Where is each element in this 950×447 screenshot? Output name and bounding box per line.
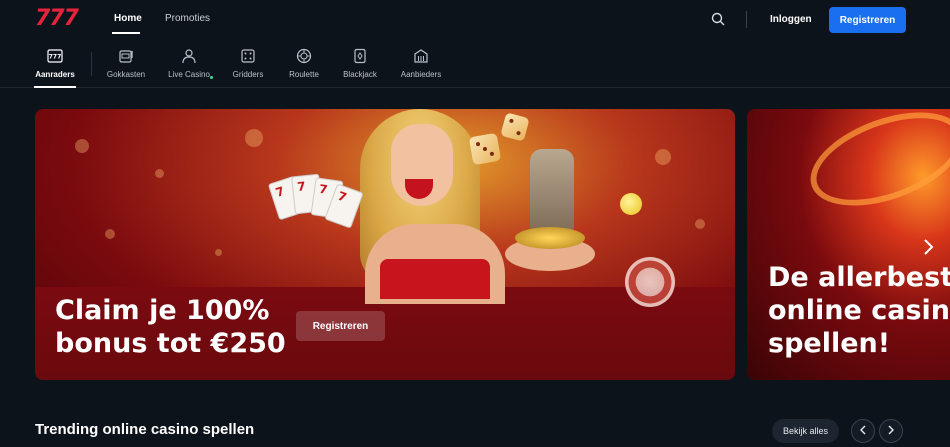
category-bar: 777 Aanraders Gokkasten Live Casino Grid… (0, 40, 950, 88)
flame-graphic (798, 109, 950, 224)
casino-chip-image (625, 257, 675, 307)
dealer-icon (180, 47, 198, 65)
dice-grid-icon (239, 47, 257, 65)
dice-image (468, 132, 502, 166)
category-active-indicator (34, 86, 76, 88)
category-live-casino[interactable]: Live Casino (159, 47, 219, 79)
category-aanraders[interactable]: 777 Aanraders (25, 47, 85, 79)
category-divider (91, 52, 92, 76)
roulette-icon (295, 47, 313, 65)
nav-home-link[interactable]: Home (114, 13, 142, 24)
slot-machine-icon (117, 47, 135, 65)
category-label: Aanbieders (400, 70, 442, 79)
chevron-right-icon[interactable] (921, 238, 935, 256)
register-button[interactable]: Registreren (829, 7, 906, 33)
search-icon[interactable] (711, 12, 725, 26)
777-badge-icon: 777 (46, 47, 64, 65)
category-roulette[interactable]: Roulette (274, 47, 334, 79)
svg-text:777: 777 (49, 54, 62, 61)
category-aanbieders[interactable]: Aanbieders (391, 47, 451, 79)
dice-image (500, 112, 530, 142)
category-label: Roulette (289, 70, 319, 79)
carousel-prev-button[interactable] (851, 419, 875, 443)
header-divider (746, 11, 747, 28)
knight-figure-image (530, 149, 574, 239)
top-navigation-bar: 777 Home Promoties Inloggen Registreren (0, 0, 950, 40)
carousel-next-button[interactable] (879, 419, 903, 443)
hero-title: Claim je 100% bonus tot €250 (55, 295, 286, 359)
nav-active-indicator (112, 32, 140, 34)
nav-promotions-link[interactable]: Promoties (165, 13, 210, 24)
gold-coins-image (515, 227, 585, 249)
category-gokkasten[interactable]: Gokkasten (96, 47, 156, 79)
category-label: Aanraders (35, 70, 75, 79)
chevron-left-icon (859, 422, 867, 440)
coin-image (620, 193, 642, 215)
category-label: Gokkasten (106, 70, 146, 79)
category-label: Gridders (232, 70, 264, 79)
site-logo[interactable]: 777 (35, 8, 79, 30)
category-label: Blackjack (343, 70, 377, 79)
category-gridders[interactable]: Gridders (218, 47, 278, 79)
see-all-button[interactable]: Bekijk alles (772, 419, 839, 443)
playing-card-icon (351, 47, 369, 65)
section-title-trending: Trending online casino spellen (35, 421, 255, 438)
hero-register-button[interactable]: Registreren (296, 311, 385, 341)
login-link[interactable]: Inloggen (770, 14, 812, 25)
chevron-right-icon (887, 422, 895, 440)
category-blackjack[interactable]: Blackjack (330, 47, 390, 79)
building-icon (412, 47, 430, 65)
live-indicator-dot (210, 76, 213, 79)
secondary-banner-title: De allerbeste online casino spellen! (768, 262, 950, 359)
